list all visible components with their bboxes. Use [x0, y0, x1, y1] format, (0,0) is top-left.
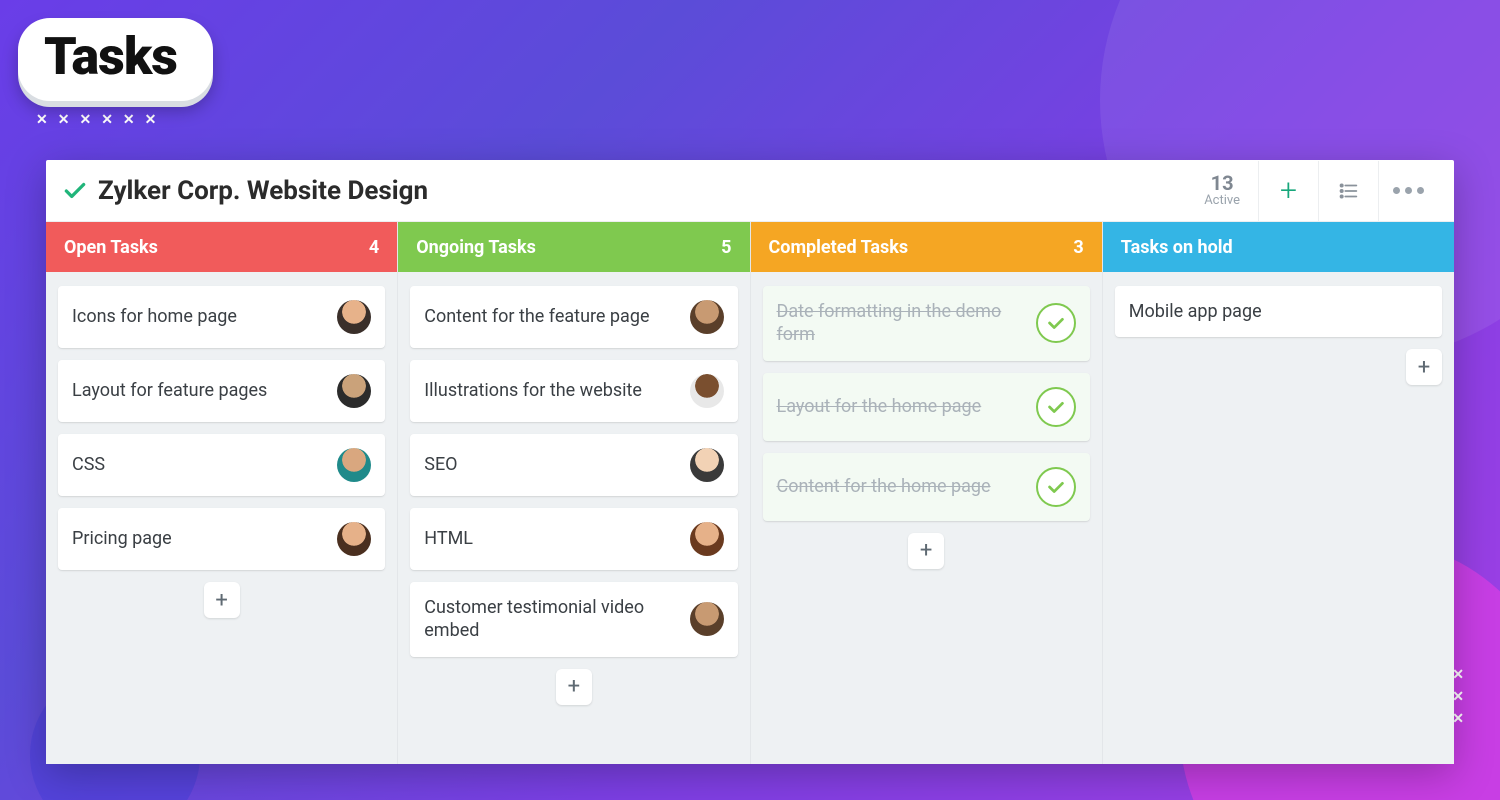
add-card-button[interactable]: + [908, 533, 944, 569]
task-card[interactable]: Date formatting in the demo form [763, 286, 1090, 361]
column-title: Ongoing Tasks [416, 237, 536, 258]
column-count: 5 [721, 237, 731, 258]
kanban-columns: Open Tasks 4 Icons for home page Layout for… [46, 222, 1454, 764]
assignee-avatar[interactable] [337, 448, 371, 482]
column-body: Mobile app page + [1103, 272, 1454, 764]
kanban-column: Tasks on hold Mobile app page + [1103, 222, 1454, 764]
assignee-avatar[interactable] [337, 374, 371, 408]
active-count-number: 13 [1204, 172, 1240, 194]
task-card[interactable]: Illustrations for the website [410, 360, 737, 422]
column-title: Completed Tasks [769, 237, 909, 258]
task-title: SEO [424, 453, 679, 476]
kanban-column: Ongoing Tasks 5 Content for the feature pa… [398, 222, 750, 764]
completed-check-icon [1036, 303, 1076, 343]
list-icon [1338, 180, 1360, 202]
task-title: Pricing page [72, 527, 327, 550]
task-title: Content for the home page [777, 475, 1026, 498]
task-title: Mobile app page [1129, 300, 1428, 323]
task-card[interactable]: Layout for feature pages [58, 360, 385, 422]
kanban-column: Completed Tasks 3 Date formatting in the d… [751, 222, 1103, 764]
active-count-label: Active [1204, 194, 1240, 208]
check-icon [62, 178, 88, 204]
column-header[interactable]: Completed Tasks 3 [751, 222, 1102, 272]
column-body: Icons for home page Layout for feature pa… [46, 272, 397, 764]
plus-icon: + [920, 538, 932, 563]
add-card-button[interactable]: + [1406, 349, 1442, 385]
column-count: 3 [1073, 237, 1083, 258]
completed-check-icon [1036, 467, 1076, 507]
board-header: Zylker Corp. Website Design 13 Active + [46, 160, 1454, 222]
column-header[interactable]: Open Tasks 4 [46, 222, 397, 272]
task-title: HTML [424, 527, 679, 550]
task-title: Customer testimonial video embed [424, 596, 679, 643]
plus-icon: + [1418, 355, 1430, 380]
task-card[interactable]: CSS [58, 434, 385, 496]
assignee-avatar[interactable] [690, 300, 724, 334]
task-title: Content for the feature page [424, 305, 679, 328]
dots-icon [1393, 187, 1424, 194]
list-view-button[interactable] [1318, 161, 1378, 221]
add-card-button[interactable]: + [556, 669, 592, 705]
column-body: Date formatting in the demo form Layout f… [751, 272, 1102, 764]
project-board: Zylker Corp. Website Design 13 Active + … [46, 160, 1454, 764]
task-title: Layout for feature pages [72, 379, 327, 402]
page-title-chip: Tasks [18, 18, 213, 101]
task-title: Layout for the home page [777, 395, 1026, 418]
column-body: Content for the feature page Illustration… [398, 272, 749, 764]
project-title: Zylker Corp. Website Design [98, 176, 428, 206]
decoration-x-row: ✕✕✕✕✕✕ [36, 112, 166, 128]
task-card[interactable]: Content for the feature page [410, 286, 737, 348]
assignee-avatar[interactable] [690, 448, 724, 482]
assignee-avatar[interactable] [690, 374, 724, 408]
add-task-button[interactable]: + [1258, 161, 1318, 221]
task-card[interactable]: Pricing page [58, 508, 385, 570]
task-title: Date formatting in the demo form [777, 300, 1026, 347]
task-card[interactable]: Content for the home page [763, 453, 1090, 521]
task-title: Illustrations for the website [424, 379, 679, 402]
assignee-avatar[interactable] [337, 522, 371, 556]
plus-icon: + [568, 674, 580, 699]
column-header[interactable]: Tasks on hold [1103, 222, 1454, 272]
more-options-button[interactable] [1378, 161, 1438, 221]
task-card[interactable]: Mobile app page [1115, 286, 1442, 337]
task-title: Icons for home page [72, 305, 327, 328]
column-header[interactable]: Ongoing Tasks 5 [398, 222, 749, 272]
task-card[interactable]: Layout for the home page [763, 373, 1090, 441]
plus-icon: + [215, 588, 227, 613]
assignee-avatar[interactable] [690, 522, 724, 556]
task-card[interactable]: HTML [410, 508, 737, 570]
kanban-column: Open Tasks 4 Icons for home page Layout for… [46, 222, 398, 764]
column-title: Tasks on hold [1121, 237, 1233, 258]
task-card[interactable]: SEO [410, 434, 737, 496]
assignee-avatar[interactable] [337, 300, 371, 334]
task-card[interactable]: Customer testimonial video embed [410, 582, 737, 657]
completed-check-icon [1036, 387, 1076, 427]
assignee-avatar[interactable] [690, 602, 724, 636]
task-card[interactable]: Icons for home page [58, 286, 385, 348]
active-tasks-count[interactable]: 13 Active [1186, 172, 1258, 208]
column-title: Open Tasks [64, 237, 158, 258]
column-count: 4 [369, 237, 379, 258]
plus-icon: + [1280, 173, 1297, 208]
add-card-button[interactable]: + [204, 582, 240, 618]
task-title: CSS [72, 453, 327, 476]
